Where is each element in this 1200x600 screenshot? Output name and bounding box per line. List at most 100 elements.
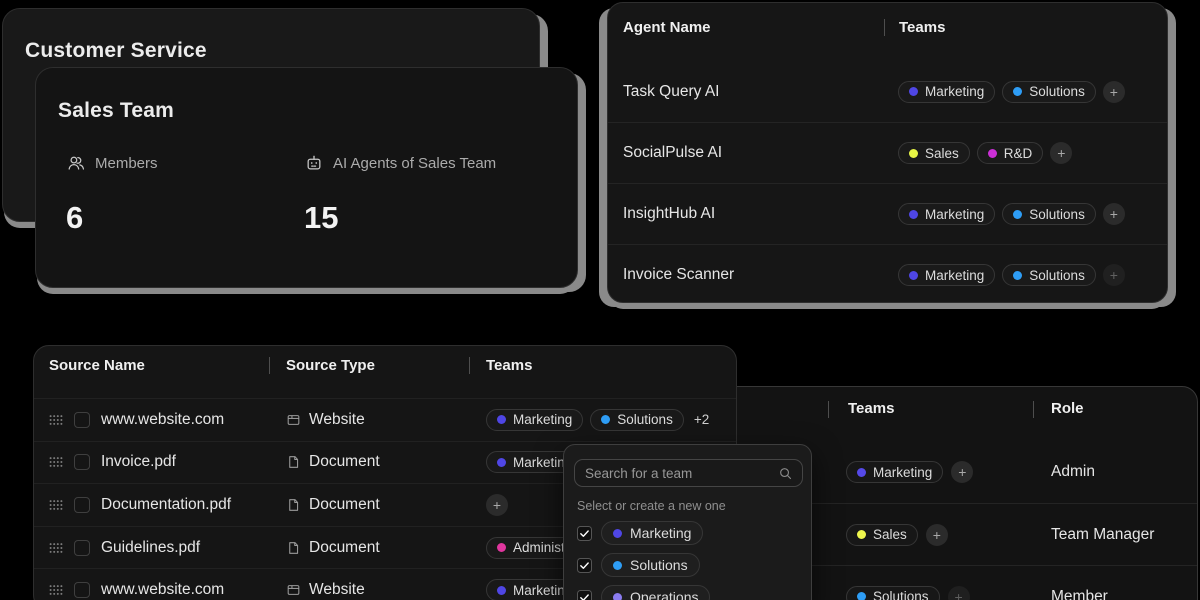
table-row: Task Query AI Marketing Solutions + [608,61,1167,122]
more-teams-badge[interactable]: +2 [694,412,709,427]
team-badge-label: Sales [925,146,959,161]
team-color-dot [497,586,506,595]
drag-handle-icon[interactable] [49,499,63,510]
picker-helper-text: Select or create a new one [577,499,726,513]
checkbox-checked[interactable] [577,526,592,541]
add-team-button[interactable]: + [1103,203,1125,225]
stat-value: 6 [66,199,158,237]
add-team-button[interactable]: + [1050,142,1072,164]
team-badge-label: Solutions [1029,84,1085,99]
drag-handle-icon[interactable] [49,414,63,425]
team-color-dot [909,271,918,280]
column-divider [269,357,270,374]
row-checkbox[interactable] [74,454,90,470]
team-search-input[interactable] [575,460,802,486]
add-team-button[interactable]: + [926,524,948,546]
row-checkbox[interactable] [74,540,90,556]
source-type: Website [309,411,365,429]
team-badge[interactable]: Sales [898,142,970,164]
team-option[interactable]: Solutions [577,549,710,581]
add-team-button[interactable]: + [951,461,973,483]
team-color-dot [857,530,866,539]
add-team-button[interactable]: + [486,494,508,516]
robot-icon [304,153,324,173]
source-name: Guidelines.pdf [101,539,200,557]
team-badge[interactable]: Marketing [601,521,703,545]
team-color-dot [909,210,918,219]
team-color-dot [857,592,866,600]
column-header-source-type: Source Type [286,357,375,374]
team-badge-label: Solutions [630,557,688,573]
source-name: www.website.com [101,581,224,599]
team-badge[interactable]: Solutions [1002,81,1096,103]
team-badge-label: Solutions [873,589,929,600]
team-color-dot [909,149,918,158]
drag-handle-icon[interactable] [49,542,63,553]
team-badge[interactable]: Sales [846,524,918,546]
team-option[interactable]: Marketing [577,517,710,549]
members-icon [66,153,86,173]
card-title: Customer Service [25,39,207,63]
team-badge-label: Marketing [630,525,691,541]
table-row: SocialPulse AI Sales R&D + [608,122,1167,183]
drag-handle-icon[interactable] [49,457,63,468]
team-badge-label: Marketing [925,268,984,283]
team-badge-label: Marketing [925,207,984,222]
source-type: Document [309,496,380,514]
source-name: www.website.com [101,411,224,429]
team-color-dot [497,543,506,552]
add-team-button[interactable]: + [948,586,970,600]
team-badge-label: Operations [630,589,698,600]
role-value: Team Manager [1051,526,1154,544]
team-color-dot [857,468,866,477]
row-checkbox[interactable] [74,497,90,513]
search-icon [778,466,793,481]
team-badge[interactable]: Marketing [846,461,943,483]
team-badge-label: Marketing [513,412,572,427]
team-badge[interactable]: Solutions [846,586,940,600]
checkbox-checked[interactable] [577,558,592,573]
team-badge-label: Solutions [1029,207,1085,222]
team-badge-label: Solutions [617,412,673,427]
document-icon [286,455,301,470]
team-color-dot [1013,87,1022,96]
column-header-source-name: Source Name [49,357,145,374]
row-checkbox[interactable] [74,582,90,598]
role-value: Member [1051,588,1108,600]
agent-name: Invoice Scanner [623,266,734,284]
column-divider [884,19,885,36]
team-badge[interactable]: R&D [977,142,1044,164]
team-option[interactable]: Operations [577,581,710,600]
team-badge-label: Solutions [1029,268,1085,283]
add-team-button[interactable]: + [1103,81,1125,103]
add-team-button[interactable]: + [1103,264,1125,286]
team-color-dot [601,415,610,424]
column-divider [1033,401,1034,418]
team-badge-label: Sales [873,527,907,542]
team-badge[interactable]: Marketing [898,81,995,103]
team-color-dot [1013,271,1022,280]
column-header-teams: Teams [486,357,532,374]
sales-team-card: Sales Team Members 6 [35,67,578,288]
team-color-dot [1013,210,1022,219]
team-badge[interactable]: Marketing [486,409,583,431]
team-badge[interactable]: Operations [601,585,710,600]
ai-agents-stat: AI Agents of Sales Team 15 [304,153,496,237]
canvas: Customer Service Sales Team Members 6 [0,0,1200,600]
checkbox-checked[interactable] [577,590,592,600]
team-badge[interactable]: Solutions [1002,203,1096,225]
column-divider [469,357,470,374]
row-checkbox[interactable] [74,412,90,428]
team-badge[interactable]: Solutions [601,553,700,577]
stat-value: 15 [304,199,496,237]
drag-handle-icon[interactable] [49,585,63,596]
team-badge[interactable]: Marketing [898,264,995,286]
team-badge[interactable]: Marketing [898,203,995,225]
team-badge[interactable]: Solutions [1002,264,1096,286]
team-color-dot [613,561,622,570]
stat-label: Members [95,155,158,172]
source-type: Document [309,539,380,557]
team-badge[interactable]: Solutions [590,409,684,431]
members-stat: Members 6 [66,153,158,237]
team-badge-label: Marketing [873,465,932,480]
